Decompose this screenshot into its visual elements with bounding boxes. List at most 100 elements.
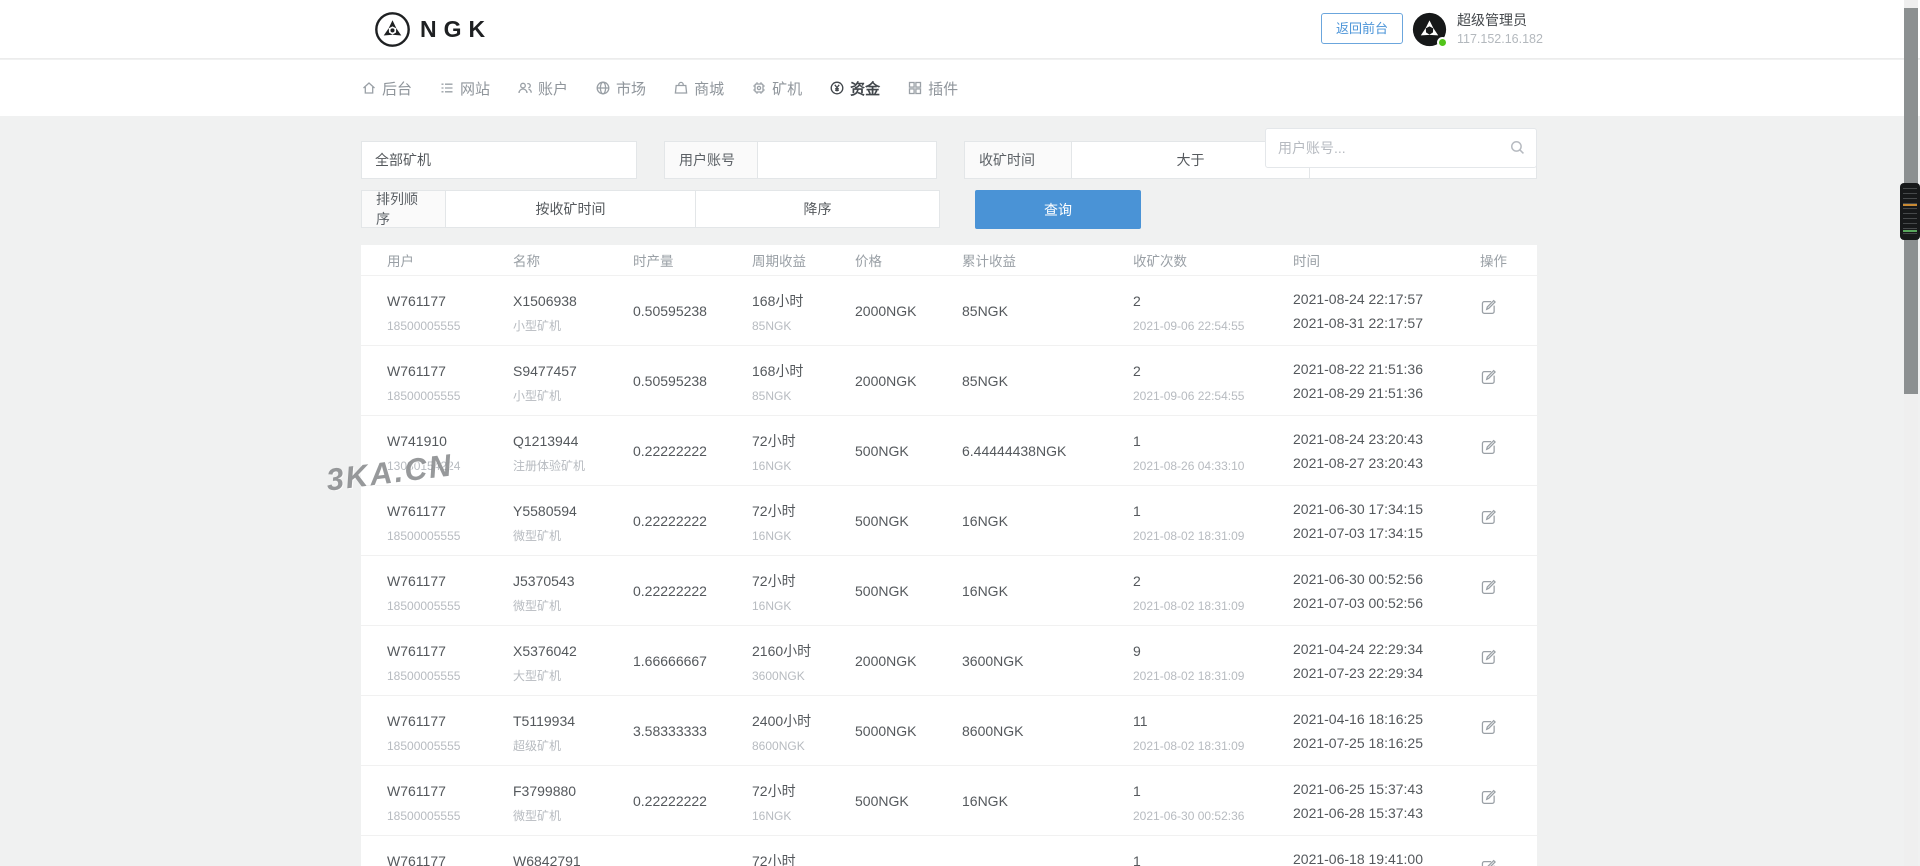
admin-account[interactable]: 超级管理员 117.152.16.182 (1412, 12, 1543, 48)
user-cell: W76117718500005555 (387, 556, 513, 625)
miner-filter-group: 全部矿机 (361, 141, 637, 179)
user-cell: W76117718500005555 (387, 346, 513, 415)
time-cell: 2021-06-18 19:41:00 (1293, 836, 1480, 866)
op-cell (1480, 556, 1537, 625)
col-op: 操作 (1480, 250, 1537, 270)
edit-icon[interactable] (1480, 789, 1497, 811)
op-cell (1480, 626, 1537, 695)
nav-item-plugins[interactable]: 插件 (907, 78, 958, 99)
user-cell: W76117718500005555 (387, 276, 513, 345)
miner-type-select[interactable]: 全部矿机 (361, 141, 637, 179)
order-dir-value: 降序 (804, 199, 832, 219)
nav-item-mall[interactable]: 商城 (673, 78, 724, 99)
table-body: W76117718500005555 X1506938小型矿机 0.505952… (361, 276, 1537, 866)
home-icon (361, 80, 377, 96)
op-cell (1480, 836, 1537, 866)
hourly-output-cell: 0.22222222 (633, 556, 752, 625)
table-row: W76117718500005555 J5370543微型矿机 0.222222… (361, 556, 1537, 626)
search-input[interactable] (1265, 128, 1537, 168)
op-cell (1480, 276, 1537, 345)
table-row: W76117718500005555 X5376042大型矿机 1.666666… (361, 626, 1537, 696)
user-cell: W761177 (387, 836, 513, 866)
col-total: 累计收益 (962, 250, 1133, 270)
search-icon[interactable] (1509, 139, 1526, 156)
nav-label: 资金 (850, 78, 880, 99)
admin-info: 超级管理员 117.152.16.182 (1457, 12, 1543, 48)
hourly-output-cell: 0.50595238 (633, 346, 752, 415)
mining-count-cell: 92021-08-02 18:31:09 (1133, 626, 1293, 695)
compare-value: 大于 (1177, 150, 1205, 170)
globe-icon (595, 80, 611, 96)
nav-item-website[interactable]: 网站 (439, 78, 490, 99)
nav-label: 市场 (616, 78, 646, 99)
time-cell: 2021-08-24 22:17:572021-08-31 22:17:57 (1293, 276, 1480, 345)
scrollbar-minimap-widget[interactable] (1900, 183, 1920, 240)
edit-icon[interactable] (1480, 509, 1497, 531)
total-income-cell: 16NGK (962, 486, 1133, 555)
order-field-value: 按收矿时间 (536, 199, 606, 219)
price-cell: 500NGK (855, 486, 962, 555)
edit-icon[interactable] (1480, 719, 1497, 741)
table-row: W76117718500005555 S9477457小型矿机 0.505952… (361, 346, 1537, 416)
online-status-dot (1437, 37, 1448, 48)
admin-name: 超级管理员 (1457, 12, 1543, 29)
mining-count-cell: 1 (1133, 836, 1293, 866)
nav-label: 网站 (460, 78, 490, 99)
order-label: 排列顺序 (361, 190, 446, 228)
order-field-select[interactable]: 按收矿时间 (445, 190, 696, 228)
cycle-income-cell: 72小时16NGK (752, 416, 855, 485)
mining-count-cell: 12021-08-26 04:33:10 (1133, 416, 1293, 485)
name-cell: X1506938小型矿机 (513, 276, 633, 345)
mining-count-cell: 22021-08-02 18:31:09 (1133, 556, 1293, 625)
user-cell: W74191013080154224 (387, 416, 513, 485)
cycle-income-cell: 168小时85NGK (752, 346, 855, 415)
table-header: 用户 名称 时产量 周期收益 价格 累计收益 收矿次数 时间 操作 (361, 245, 1537, 276)
avatar[interactable] (1412, 12, 1447, 47)
cycle-income-cell: 72小时16NGK (752, 766, 855, 835)
table-row: W761177 W6842791 72小时 1 2021-06-18 19:41… (361, 836, 1537, 866)
user-cell: W76117718500005555 (387, 766, 513, 835)
minimap-lines (1903, 188, 1917, 235)
op-cell (1480, 486, 1537, 555)
price-cell: 500NGK (855, 416, 962, 485)
order-dir-select[interactable]: 降序 (695, 190, 940, 228)
nav-item-accounts[interactable]: 账户 (517, 78, 568, 99)
account-input[interactable] (758, 142, 936, 178)
ngk-logo: NGK (374, 0, 492, 59)
price-cell: 2000NGK (855, 276, 962, 345)
nav-item-funds[interactable]: 资金 (829, 78, 880, 99)
back-to-front-button[interactable]: 返回前台 (1321, 13, 1403, 44)
nav-item-backstage[interactable]: 后台 (361, 78, 412, 99)
coin-icon (829, 80, 845, 96)
logo-text: NGK (420, 16, 492, 43)
name-cell: Q1213944注册体验矿机 (513, 416, 633, 485)
query-button[interactable]: 查询 (975, 190, 1141, 229)
top-header: NGK 返回前台 超级管理员 117.152.16.182 (0, 0, 1920, 59)
price-cell: 2000NGK (855, 346, 962, 415)
hourly-output-cell: 1.66666667 (633, 626, 752, 695)
edit-icon[interactable] (1480, 369, 1497, 391)
edit-icon[interactable] (1480, 649, 1497, 671)
minimap-orange-marker (1903, 204, 1917, 206)
edit-icon[interactable] (1480, 299, 1497, 321)
table-row: W74191013080154224 Q1213944注册体验矿机 0.2222… (361, 416, 1537, 486)
nav-item-miners[interactable]: 矿机 (751, 78, 802, 99)
op-cell (1480, 696, 1537, 765)
nav-item-market[interactable]: 市场 (595, 78, 646, 99)
edit-icon[interactable] (1480, 439, 1497, 461)
hourly-output-cell: 0.22222222 (633, 766, 752, 835)
edit-icon[interactable] (1480, 859, 1497, 866)
name-cell: W6842791 (513, 836, 633, 866)
time-cell: 2021-06-30 17:34:152021-07-03 17:34:15 (1293, 486, 1480, 555)
grid-icon (907, 80, 923, 96)
nav-search (1265, 128, 1537, 168)
col-price: 价格 (855, 250, 962, 270)
edit-icon[interactable] (1480, 579, 1497, 601)
col-user: 用户 (387, 250, 513, 270)
user-cell: W76117718500005555 (387, 696, 513, 765)
account-filter-group: 用户账号 (664, 141, 937, 179)
name-cell: Y5580594微型矿机 (513, 486, 633, 555)
name-cell: S9477457小型矿机 (513, 346, 633, 415)
table-row: W76117718500005555 T5119934超级矿机 3.583333… (361, 696, 1537, 766)
order-filter-group: 排列顺序 按收矿时间 降序 (361, 190, 940, 228)
